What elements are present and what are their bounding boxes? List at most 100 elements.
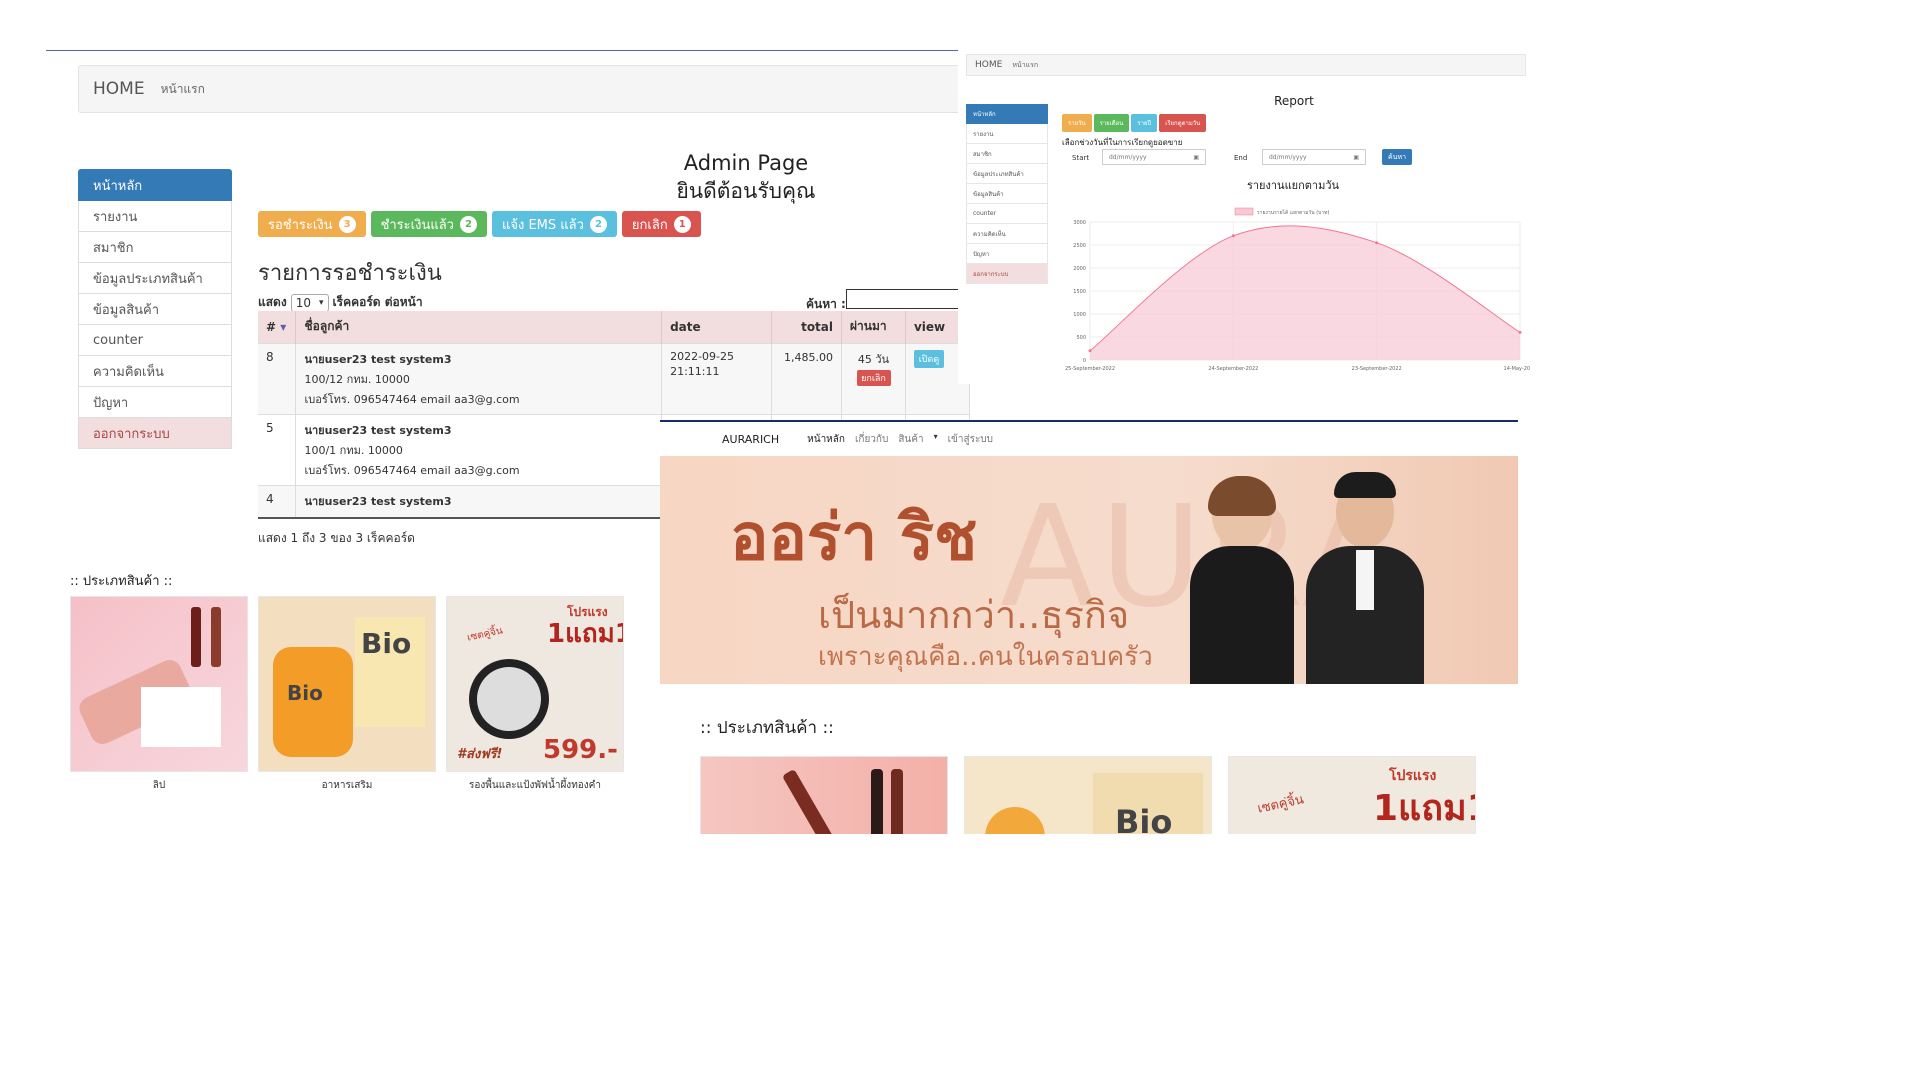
sidebar-item[interactable]: ออกจากระบบ (78, 418, 232, 449)
length-control: แสดง 10 ▾ เร็คคอร์ด ต่อหน้า (258, 293, 423, 312)
sidebar-item[interactable]: ปัญหา (78, 387, 232, 418)
report-breadcrumb-current: หน้าแรก (1012, 60, 1039, 69)
search-input[interactable] (846, 289, 968, 309)
report-sidebar-item[interactable]: ปัญหา (966, 244, 1048, 264)
sidebar-item[interactable]: หน้าหลัก (78, 169, 232, 201)
chart-title: รายงานแยกตามวัน (1246, 179, 1340, 192)
start-date-input[interactable]: dd/mm/yyyy ▣ (1102, 149, 1206, 165)
data-point (1088, 349, 1092, 353)
report-sidebar-item[interactable]: ความคิดเห็น (966, 224, 1048, 244)
shop-category-card[interactable]: โปรแรง 1แถม1 เซตคู่จิ้น (1228, 756, 1476, 834)
column-header[interactable]: # ▾ (258, 311, 297, 343)
report-search-button[interactable]: ค้นหา (1382, 149, 1412, 165)
status-button[interactable]: ชำระเงินแล้ว 2 (370, 211, 487, 237)
customer-name: นายuser23 test system3 (304, 352, 452, 366)
category-card-foundation[interactable]: โปรแรง 1แถม1 เซตคู่จิ้น #ส่งฟรี! 599.- ร… (446, 596, 624, 802)
report-sidebar-label: ปัญหา (973, 250, 990, 258)
column-header[interactable]: total (771, 311, 843, 343)
sidebar-item[interactable]: รายงาน (78, 201, 232, 232)
length-select[interactable]: 10 ▾ (290, 293, 329, 312)
report-tab-button[interactable]: รายปี (1131, 114, 1158, 132)
report-sidebar-item[interactable]: หน้าหลัก (966, 104, 1048, 124)
legend-label: รายงานรายได้ แยกตามวัน (บาท) (1257, 209, 1329, 216)
length-prefix: แสดง (258, 295, 287, 309)
status-button[interactable]: ยกเลิก 1 (621, 211, 701, 237)
report-sidebar-label: ข้อมูลประเภทสินค้า (973, 170, 1024, 178)
customer-contact: เบอร์โทร. 096547464 email aa3@g.com (304, 392, 520, 406)
report-sidebar-item[interactable]: ออกจากระบบ (966, 264, 1048, 284)
chevron-down-icon: ▾ (933, 431, 938, 441)
report-tab-button[interactable]: รายเดือน (1093, 114, 1130, 132)
status-button[interactable]: รอชำระเงิน 3 (258, 211, 366, 237)
promo-offer: 1แถม1 (1373, 788, 1475, 829)
category-card-lip[interactable]: ลิป (70, 596, 248, 802)
sidebar-item-label: ข้อมูลประเภทสินค้า (93, 271, 203, 287)
column-header[interactable]: ผ่านมา (841, 311, 906, 343)
category-panel: :: ประเภทสินค้า :: ลิป Bio Bio อาหารเสริ… (46, 550, 646, 830)
sidebar-item-label: ออกจากระบบ (93, 426, 170, 442)
section-title: รายการรอชำระเงิน (258, 261, 442, 286)
view-button[interactable]: เปิดดู (913, 349, 944, 368)
report-sidebar-item[interactable]: สมาชิก (966, 144, 1048, 164)
breadcrumb-home-link[interactable]: HOME (93, 79, 145, 99)
report-tab-button[interactable]: รายวัน (1062, 114, 1092, 132)
shop-nav-link[interactable]: สินค้า (898, 432, 923, 447)
shop-category-card[interactable] (700, 756, 948, 834)
report-sidebar-item[interactable]: ข้อมูลสินค้า (966, 184, 1048, 204)
end-date-placeholder: dd/mm/yyyy (1269, 153, 1307, 161)
sidebar-item[interactable]: ความคิดเห็น (78, 356, 232, 387)
revenue-chart: รายงานรายได้ แยกตามวัน (บาท) 0 500 1000 1500… (1065, 207, 1530, 372)
customer-address: 100/1 กทม. 10000 (304, 512, 653, 518)
sort-desc-icon: ▾ (276, 319, 287, 334)
column-header[interactable]: date (661, 311, 773, 343)
shop-nav-link[interactable]: หน้าหลัก (807, 432, 845, 447)
status-count-badge: 2 (589, 215, 607, 233)
report-sidebar-label: ข้อมูลสินค้า (973, 190, 1004, 198)
status-count-badge: 3 (338, 215, 356, 233)
customer-address: 100/12 กทม. 10000 (304, 372, 410, 386)
y-tick-label: 500 (1076, 335, 1086, 341)
shop-nav-link[interactable]: เกี่ยวกับ (855, 432, 888, 447)
report-sidebar-label: หน้าหลัก (973, 111, 996, 118)
report-sidebar-label: counter (973, 210, 997, 217)
report-sidebar-item[interactable]: ข้อมูลประเภทสินค้า (966, 164, 1048, 184)
column-header-label: date (670, 319, 701, 334)
hero-title: ออร่า ริช (730, 501, 978, 575)
report-sidebar-item[interactable]: รายงาน (966, 124, 1048, 144)
status-button[interactable]: แจ้ง EMS แล้ว 2 (491, 211, 617, 237)
report-tab-button[interactable]: เรียกดูตามวัน (1159, 114, 1207, 132)
end-label: End (1234, 154, 1248, 162)
shop-category-card[interactable]: Bio (964, 756, 1212, 834)
report-sidebar-label: สมาชิก (973, 150, 992, 158)
promo-price: 599.- (543, 735, 618, 765)
sidebar-item[interactable]: ข้อมูลสินค้า (78, 294, 232, 325)
customer-address: 100/1 กทม. 10000 (304, 443, 403, 457)
data-point (1375, 241, 1379, 245)
sidebar-item[interactable]: ข้อมูลประเภทสินค้า (78, 263, 232, 294)
start-label: Start (1072, 154, 1090, 162)
end-date-input[interactable]: dd/mm/yyyy ▣ (1262, 149, 1366, 165)
shop-brand[interactable]: AURARICH (722, 433, 779, 446)
category-title: :: ประเภทสินค้า :: (70, 574, 173, 589)
sidebar-item[interactable]: สมาชิก (78, 232, 232, 263)
report-window: HOME หน้าแรก หน้าหลักรายงานสมาชิกข้อมูลป… (958, 50, 1536, 384)
shop-nav-link[interactable]: เข้าสู่ระบบ (948, 432, 993, 447)
order-date: 2022-09-25 (670, 349, 735, 363)
report-title: Report (1274, 94, 1314, 108)
report-breadcrumb-home-link[interactable]: HOME (975, 60, 1002, 70)
column-header-label: view (913, 319, 946, 334)
category-card-supplement[interactable]: Bio Bio อาหารเสริม (258, 596, 436, 802)
column-header-label: # (266, 319, 277, 334)
promo-offer: 1แถม1 (547, 619, 623, 649)
report-sidebar-item[interactable]: counter (966, 204, 1048, 224)
promo-duo: เซตคู่จิ้น (1256, 792, 1306, 817)
cancel-button[interactable]: ยกเลิก (856, 369, 891, 386)
column-header-label: total (801, 319, 834, 334)
order-total: 1,485.00 (784, 350, 834, 364)
legend-swatch (1234, 207, 1254, 216)
category-caption: รองพื้นและแป้งพัฟน้ำผึ้งทองคำ (469, 780, 601, 791)
table-info: แสดง 1 ถึง 3 ของ 3 เร็คคอร์ด (258, 531, 415, 545)
sidebar-item[interactable]: counter (78, 325, 232, 356)
table-row: 8 นายuser23 test system3 100/12 กทม. 10000… (258, 343, 970, 414)
column-header[interactable]: ชื่อลูกค้า (295, 311, 663, 343)
